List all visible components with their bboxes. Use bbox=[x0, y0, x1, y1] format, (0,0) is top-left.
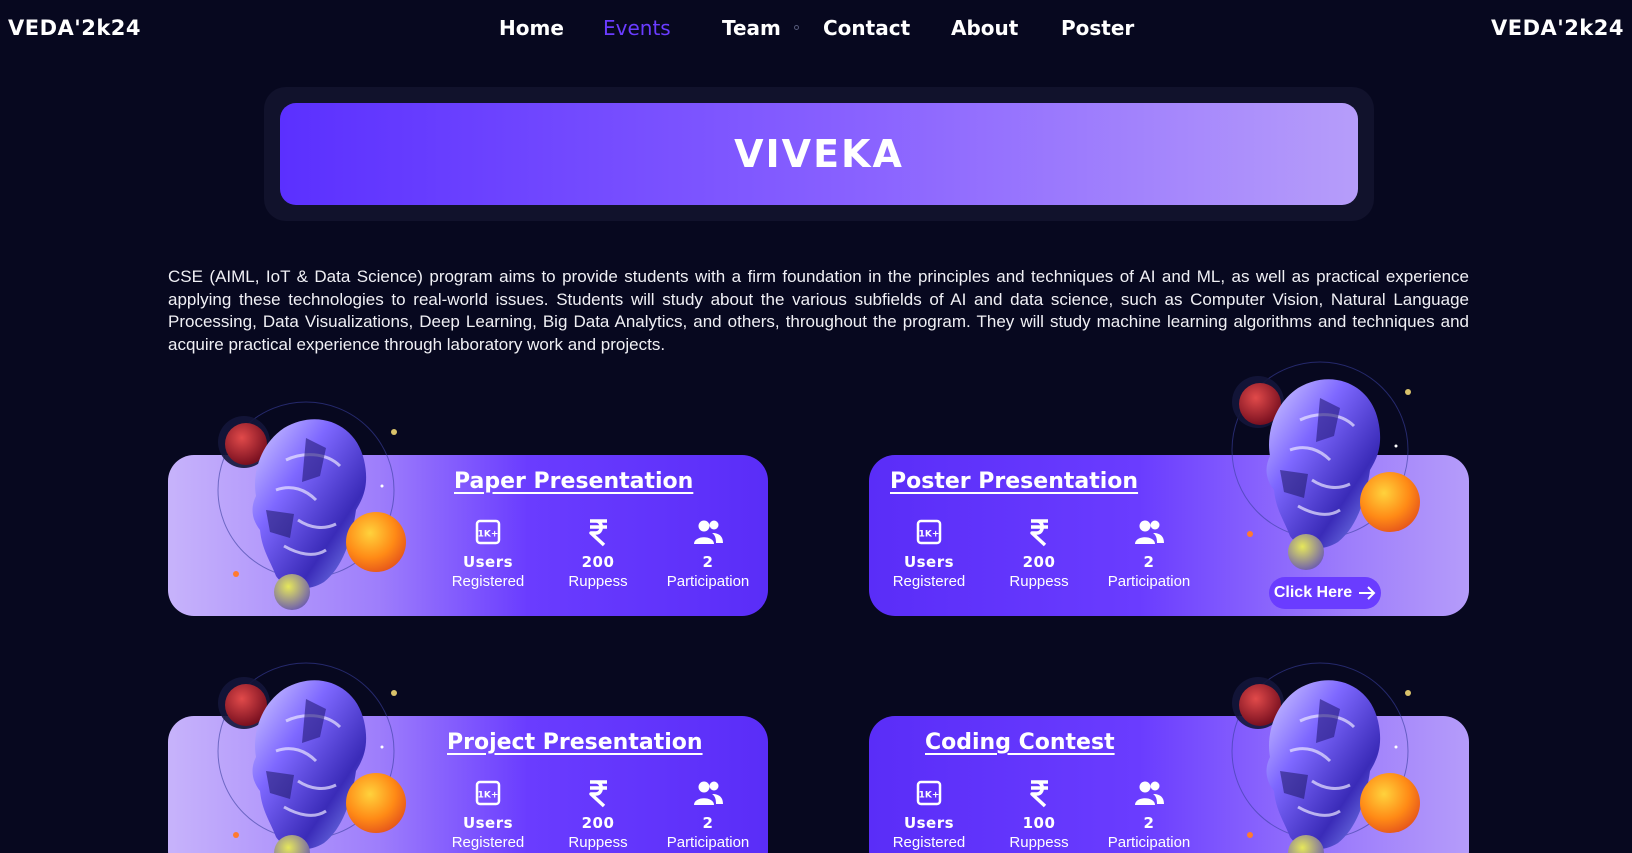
users-count-icon: 1K+ bbox=[916, 780, 942, 806]
stat-fee: 200 Ruppess bbox=[543, 517, 653, 590]
users-count-icon-text: 1K+ bbox=[919, 791, 940, 801]
stat-value: 2 bbox=[702, 814, 714, 832]
nav-links: Home Events Team Contact About Poster bbox=[0, 16, 1632, 46]
stat-value: Users bbox=[903, 553, 955, 571]
stat-value: 200 bbox=[581, 814, 615, 832]
nav-link-contact[interactable]: Contact bbox=[823, 16, 910, 40]
brand-logo-right[interactable]: VEDA'2k24 bbox=[1491, 16, 1624, 40]
stat-participation: 2 Participation bbox=[653, 778, 763, 851]
stat-label: Participation bbox=[1107, 573, 1191, 590]
stat-label: Ruppess bbox=[1009, 573, 1069, 590]
click-here-label: Click Here bbox=[1273, 584, 1353, 601]
robot-head-illustration bbox=[1230, 661, 1422, 853]
rupee-icon bbox=[589, 519, 607, 547]
program-description: CSE (AIML, IoT & Data Science) program a… bbox=[168, 267, 1469, 354]
stat-label: Participation bbox=[666, 834, 750, 851]
stat-participation: 2 Participation bbox=[1094, 517, 1204, 590]
nav-link-poster[interactable]: Poster bbox=[1061, 16, 1134, 40]
stat-users-registered: 1K+ Users Registered bbox=[433, 778, 543, 851]
stat-label: Participation bbox=[666, 573, 750, 590]
people-icon bbox=[694, 520, 723, 544]
users-count-icon-text: 1K+ bbox=[919, 530, 940, 540]
nav-link-home[interactable]: Home bbox=[499, 16, 564, 40]
stat-fee: 200 Ruppess bbox=[543, 778, 653, 851]
click-here-button[interactable]: Click Here bbox=[1269, 577, 1381, 609]
stat-users-registered: 1K+ Users Registered bbox=[874, 778, 984, 851]
event-title-project-presentation[interactable]: Project Presentation bbox=[447, 730, 703, 755]
event-title-coding-contest[interactable]: Coding Contest bbox=[925, 730, 1115, 755]
nav-link-events[interactable]: Events bbox=[603, 16, 671, 40]
event-title-poster-presentation[interactable]: Poster Presentation bbox=[890, 469, 1138, 494]
rupee-icon bbox=[1030, 780, 1048, 808]
rupee-icon bbox=[589, 780, 607, 808]
robot-head-illustration bbox=[1230, 360, 1422, 572]
users-count-icon-text: 1K+ bbox=[478, 791, 499, 801]
hero-title: VIVEKA bbox=[734, 132, 904, 176]
rupee-icon bbox=[1030, 519, 1048, 547]
stat-label: Participation bbox=[1107, 834, 1191, 851]
stat-fee: 200 Ruppess bbox=[984, 517, 1094, 590]
stat-value: Users bbox=[462, 553, 514, 571]
stat-fee: 100 Ruppess bbox=[984, 778, 1094, 851]
nav-dot-decoration bbox=[794, 25, 799, 30]
users-count-icon: 1K+ bbox=[475, 780, 501, 806]
robot-head-illustration bbox=[216, 400, 408, 612]
robot-head-illustration bbox=[216, 661, 408, 853]
stat-label: Ruppess bbox=[1009, 834, 1069, 851]
nav-link-team[interactable]: Team bbox=[722, 16, 781, 40]
stat-value: 2 bbox=[1143, 814, 1155, 832]
users-count-icon: 1K+ bbox=[916, 519, 942, 545]
people-icon bbox=[694, 781, 723, 805]
stat-value: 2 bbox=[702, 553, 714, 571]
users-count-icon: 1K+ bbox=[475, 519, 501, 545]
stat-label: Ruppess bbox=[568, 834, 628, 851]
stat-value: 200 bbox=[1022, 553, 1056, 571]
nav-link-about[interactable]: About bbox=[951, 16, 1018, 40]
stat-value: Users bbox=[903, 814, 955, 832]
stat-label: Registered bbox=[451, 834, 525, 851]
people-icon bbox=[1135, 781, 1164, 805]
stat-value: 2 bbox=[1143, 553, 1155, 571]
users-count-icon-text: 1K+ bbox=[478, 530, 499, 540]
stat-value: Users bbox=[462, 814, 514, 832]
stat-label: Ruppess bbox=[568, 573, 628, 590]
stat-users-registered: 1K+ Users Registered bbox=[433, 517, 543, 590]
stat-participation: 2 Participation bbox=[653, 517, 763, 590]
stat-label: Registered bbox=[892, 573, 966, 590]
stat-value: 100 bbox=[1022, 814, 1056, 832]
stat-users-registered: 1K+ Users Registered bbox=[874, 517, 984, 590]
stat-label: Registered bbox=[892, 834, 966, 851]
people-icon bbox=[1135, 520, 1164, 544]
stat-value: 200 bbox=[581, 553, 615, 571]
event-title-paper-presentation[interactable]: Paper Presentation bbox=[454, 469, 693, 494]
stat-label: Registered bbox=[451, 573, 525, 590]
stat-participation: 2 Participation bbox=[1094, 778, 1204, 851]
hero-banner: VIVEKA bbox=[280, 103, 1358, 205]
arrow-right-icon bbox=[1359, 586, 1376, 600]
top-nav: VEDA'2k24 Home Events Team Contact About… bbox=[0, 0, 1632, 60]
